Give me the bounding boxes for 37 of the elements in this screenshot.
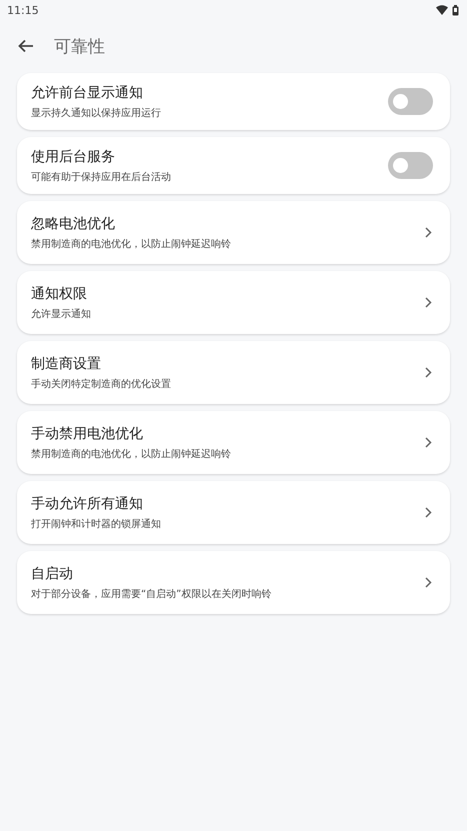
chevron-right-icon (425, 507, 432, 518)
setting-title: 手动允许所有通知 (31, 494, 144, 512)
wifi-icon (436, 5, 448, 15)
setting-card[interactable]: 允许前台显示通知 显示持久通知以保持应用运行 (17, 73, 450, 130)
setting-title: 手动禁用电池优化 (31, 424, 144, 442)
setting-card[interactable]: 自启动 对于部分设备，应用需要“自启动”权限以在关闭时响铃 (17, 551, 450, 614)
setting-card[interactable]: 忽略电池优化 禁用制造商的电池优化，以防止闹钟延迟响铃 (17, 201, 450, 264)
setting-subtitle: 禁用制造商的电池优化，以防止闹钟延迟响铃 (31, 238, 231, 250)
chevron-right-icon (425, 227, 432, 238)
setting-title: 制造商设置 (31, 354, 102, 372)
chevron-right-icon (425, 437, 432, 448)
battery-icon (452, 4, 459, 16)
chevron-right-icon (425, 577, 432, 588)
chevron-right-icon (425, 367, 432, 378)
setting-card[interactable]: 制造商设置 手动关闭特定制造商的优化设置 (17, 341, 450, 404)
setting-subtitle: 手动关闭特定制造商的优化设置 (31, 378, 171, 390)
setting-subtitle: 对于部分设备，应用需要“自启动”权限以在关闭时响铃 (31, 588, 272, 600)
setting-subtitle: 打开闹钟和计时器的锁屏通知 (31, 518, 161, 530)
setting-title: 允许前台显示通知 (31, 84, 144, 102)
toggle-switch[interactable] (388, 88, 433, 115)
back-arrow-icon[interactable] (18, 39, 34, 53)
status-time: 11:15 (7, 4, 39, 16)
setting-subtitle: 显示持久通知以保持应用运行 (31, 106, 161, 120)
setting-subtitle: 允许显示通知 (31, 308, 91, 320)
setting-card[interactable]: 通知权限 允许显示通知 (17, 271, 450, 334)
setting-title: 使用后台服务 (31, 148, 116, 166)
setting-title: 忽略电池优化 (31, 214, 116, 232)
toggle-switch[interactable] (388, 152, 433, 179)
setting-card[interactable]: 手动允许所有通知 打开闹钟和计时器的锁屏通知 (17, 481, 450, 544)
setting-subtitle: 禁用制造商的电池优化，以防止闹钟延迟响铃 (31, 448, 231, 460)
page-title: 可靠性 (54, 36, 105, 58)
setting-title: 通知权限 (31, 284, 88, 302)
setting-card[interactable]: 使用后台服务 可能有助于保持应用在后台活动 (17, 137, 450, 194)
setting-card[interactable]: 手动禁用电池优化 禁用制造商的电池优化，以防止闹钟延迟响铃 (17, 411, 450, 474)
setting-title: 自启动 (31, 564, 74, 582)
chevron-right-icon (425, 297, 432, 308)
setting-subtitle: 可能有助于保持应用在后台活动 (31, 170, 171, 184)
